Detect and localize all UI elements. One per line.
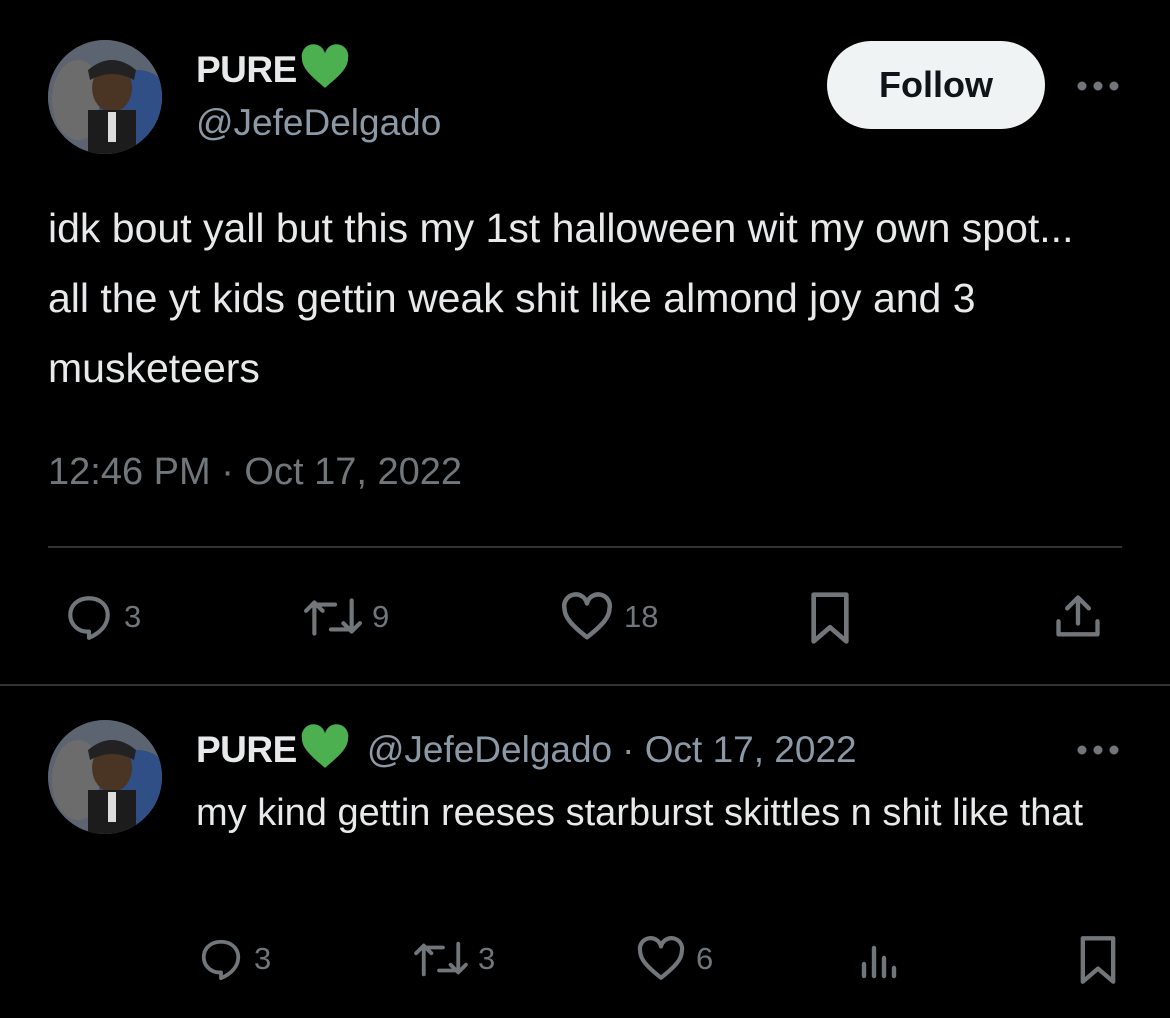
divider bbox=[0, 684, 1170, 686]
like-button[interactable]: 6 bbox=[636, 936, 713, 982]
green-heart-icon bbox=[299, 724, 351, 775]
author-handle[interactable]: @JefeDelgado bbox=[367, 729, 612, 771]
reply-icon bbox=[201, 939, 241, 981]
avatar-photo bbox=[48, 40, 162, 154]
green-heart-icon bbox=[299, 44, 351, 95]
like-icon bbox=[637, 936, 685, 980]
share-button[interactable] bbox=[1052, 590, 1104, 644]
retweet-count: 3 bbox=[478, 941, 496, 976]
bookmark-button[interactable] bbox=[806, 590, 854, 646]
tweet-text: my kind gettin reeses starburst skittles… bbox=[196, 792, 1084, 834]
tweet-text: idk bout yall but this my 1st halloween … bbox=[48, 205, 1074, 391]
like-icon bbox=[561, 592, 613, 640]
reply-button[interactable]: 3 bbox=[64, 592, 141, 642]
retweet-button[interactable]: 3 bbox=[414, 936, 495, 982]
author-handle[interactable]: @JefeDelgado bbox=[196, 102, 441, 144]
retweet-icon bbox=[304, 598, 362, 636]
bookmark-icon bbox=[1080, 936, 1116, 984]
divider bbox=[48, 546, 1122, 548]
reply-icon bbox=[68, 596, 110, 640]
follow-button[interactable]: Follow bbox=[827, 41, 1045, 129]
avatar-photo bbox=[48, 720, 162, 834]
like-count: 18 bbox=[624, 599, 659, 634]
reply-count: 3 bbox=[124, 599, 142, 634]
author-name[interactable]: PURE bbox=[196, 729, 297, 771]
more-icon[interactable] bbox=[1076, 744, 1120, 756]
retweet-button[interactable]: 9 bbox=[304, 592, 389, 642]
bookmark-button[interactable] bbox=[1076, 934, 1120, 986]
retweet-count: 9 bbox=[372, 599, 390, 634]
avatar[interactable] bbox=[48, 40, 162, 154]
reply-button[interactable]: 3 bbox=[198, 936, 271, 982]
tweet-date[interactable]: · Oct 17, 2022 bbox=[622, 729, 856, 771]
bookmark-icon bbox=[811, 592, 849, 644]
views-button[interactable] bbox=[858, 940, 898, 980]
avatar[interactable] bbox=[48, 720, 162, 834]
views-icon bbox=[861, 945, 897, 979]
author-row: PURE @JefeDelgado · Oct 17, 2022 bbox=[196, 724, 857, 775]
share-icon bbox=[1056, 595, 1100, 637]
tweet-timestamp[interactable]: 12:46 PM · Oct 17, 2022 bbox=[48, 451, 462, 494]
reply-count: 3 bbox=[254, 941, 272, 976]
author-name[interactable]: PURE bbox=[196, 49, 297, 91]
retweet-icon bbox=[414, 941, 468, 977]
like-count: 6 bbox=[696, 941, 714, 976]
more-icon[interactable] bbox=[1076, 80, 1120, 92]
author-row: PURE bbox=[196, 44, 351, 95]
like-button[interactable]: 18 bbox=[560, 592, 658, 642]
